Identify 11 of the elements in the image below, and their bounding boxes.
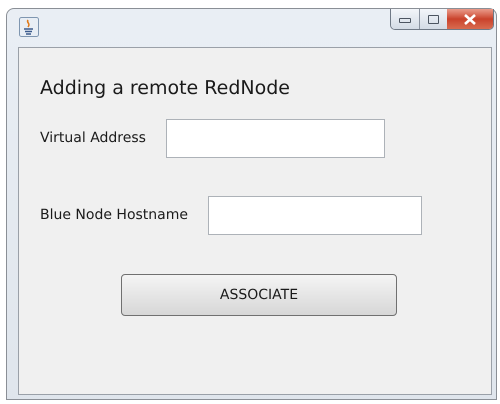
java-cup-icon [19,17,39,37]
field-label: Virtual Address [40,129,146,148]
associate-button[interactable]: ASSOCIATE [121,274,397,316]
maximize-button[interactable] [420,9,447,29]
field-label: Blue Node Hostname [40,206,188,225]
text-input[interactable] [208,196,422,235]
close-icon [463,14,477,24]
close-button[interactable] [447,9,493,29]
minimize-button[interactable] [391,9,420,29]
text-input[interactable] [166,119,385,158]
dialog-heading: Adding a remote RedNode [40,76,291,100]
